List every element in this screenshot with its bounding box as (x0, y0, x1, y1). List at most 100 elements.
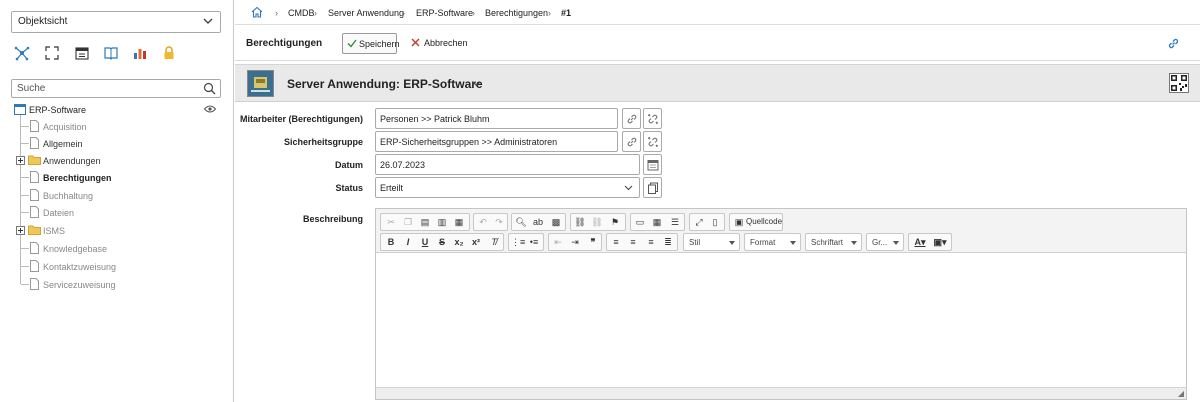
home-icon[interactable] (251, 6, 263, 18)
search-input[interactable]: Suche (11, 79, 221, 98)
superscript-icon[interactable]: x² (469, 236, 483, 249)
chevron-right-icon: › (472, 8, 475, 18)
search-placeholder: Suche (17, 83, 46, 94)
book-icon[interactable] (103, 45, 119, 61)
tree-item-knowledgebase[interactable]: Knowledgebase (0, 241, 220, 257)
align-right-icon[interactable]: ≡ (644, 236, 658, 249)
copy-button[interactable] (643, 177, 662, 198)
link-icon[interactable]: ⛓ (573, 216, 587, 229)
resize-handle-icon[interactable]: ◢ (1178, 389, 1184, 398)
remove-format-icon[interactable]: T̸ (487, 236, 501, 249)
object-image (247, 70, 274, 97)
view-select-value: Objektsicht (18, 16, 68, 27)
find-icon[interactable]: 🔍︎ (514, 216, 528, 229)
italic-icon[interactable]: I (401, 236, 415, 249)
tree-item-kontaktzuweisung[interactable]: Kontaktzuweisung (0, 259, 220, 275)
replace-icon[interactable]: ab (531, 216, 545, 229)
tree-item-servicezuweisung[interactable]: Servicezuweisung (0, 277, 220, 293)
chevron-down-icon (624, 185, 633, 191)
network-icon[interactable] (14, 45, 30, 61)
breadcrumb-item[interactable]: Server Anwendung (328, 8, 404, 18)
lock-icon[interactable] (161, 45, 177, 61)
view-select[interactable]: Objektsicht (11, 11, 221, 33)
page-icon (30, 260, 39, 272)
search-icon[interactable] (203, 82, 216, 95)
date-picker-button[interactable] (643, 154, 662, 175)
source-button[interactable]: ▣ Quellcode (729, 213, 783, 231)
anchor-icon[interactable]: ⚑ (608, 216, 622, 229)
align-center-icon[interactable]: ≡ (626, 236, 640, 249)
size-select[interactable]: Gr... (866, 233, 904, 251)
attach-link-button[interactable] (622, 108, 641, 129)
maximize-icon[interactable]: ⤢ (692, 216, 706, 229)
paste-icon[interactable]: ▤ (418, 216, 432, 229)
status-select[interactable]: Erteilt (375, 177, 640, 198)
align-left-icon[interactable]: ≡ (609, 236, 623, 249)
page-icon (30, 137, 39, 149)
show-blocks-icon[interactable]: ▯ (708, 216, 722, 229)
subscript-icon[interactable]: x₂ (452, 236, 466, 249)
detach-link-button[interactable] (643, 131, 662, 152)
eye-icon[interactable] (204, 105, 216, 113)
breadcrumb-item[interactable]: ERP-Software (416, 8, 473, 18)
format-select[interactable]: Format (744, 233, 801, 251)
bold-icon[interactable]: B (384, 236, 398, 249)
bullet-list-icon[interactable]: •≡ (527, 236, 541, 249)
chart-icon[interactable] (132, 45, 148, 61)
expand-plus-icon[interactable] (16, 226, 25, 235)
attach-link-button[interactable] (622, 131, 641, 152)
image-icon[interactable]: ▭ (633, 216, 647, 229)
tree-item-label: Allgemein (43, 139, 83, 149)
expand-plus-icon[interactable] (16, 156, 25, 165)
tree-item-allgemein[interactable]: Allgemein (0, 136, 220, 152)
paste-word-icon[interactable]: ▦ (452, 216, 466, 229)
align-justify-icon[interactable]: ≣ (661, 236, 675, 249)
tree-item-buchhaltung[interactable]: Buchhaltung (0, 188, 220, 204)
paste-text-icon[interactable]: ▥ (435, 216, 449, 229)
calendar-icon[interactable] (74, 45, 90, 61)
tree-connector (21, 177, 29, 178)
font-label: Schriftart (811, 238, 844, 247)
outdent-icon[interactable]: ⇤ (551, 236, 565, 249)
copy-icon (648, 182, 658, 194)
breadcrumb-item[interactable]: CMDB (288, 8, 315, 18)
cut-icon[interactable]: ✂ (384, 216, 398, 229)
qr-code-icon[interactable] (1169, 73, 1189, 93)
mitarbeiter-field[interactable]: Personen >> Patrick Bluhm (375, 108, 618, 129)
tree-item-isms[interactable]: ISMS (0, 223, 220, 239)
text-color-icon[interactable]: A▾ (911, 236, 929, 249)
save-button[interactable]: Speichern (342, 33, 400, 54)
expand-icon[interactable] (44, 45, 60, 61)
table-icon[interactable]: ▦ (650, 216, 664, 229)
sicherheitsgruppe-field[interactable]: ERP-Sicherheitsgruppen >> Administratore… (375, 131, 618, 152)
copy-icon[interactable]: ❐ (401, 216, 415, 229)
detach-link-button[interactable] (643, 108, 662, 129)
tree-item-label: Buchhaltung (43, 191, 94, 201)
underline-icon[interactable]: U (418, 236, 432, 249)
redo-icon[interactable]: ↷ (492, 216, 506, 229)
tree-item-acquisition[interactable]: Acquisition (0, 119, 220, 135)
tree-root[interactable]: ERP-Software (14, 102, 224, 118)
tree-item-anwendungen[interactable]: Anwendungen (0, 153, 220, 169)
strikethrough-icon[interactable]: S (435, 236, 449, 249)
unlink-icon[interactable]: ⛓ (590, 216, 604, 229)
tree-item-dateien[interactable]: Dateien (0, 205, 220, 221)
blockquote-icon[interactable]: ❞ (586, 236, 600, 249)
link-icon[interactable] (1167, 37, 1180, 50)
style-select[interactable]: Stil (683, 233, 740, 251)
font-select[interactable]: Schriftart (805, 233, 862, 251)
undo-icon[interactable]: ↶ (476, 216, 490, 229)
chevron-down-icon[interactable] (472, 79, 481, 88)
cancel-button[interactable]: Abbrechen (411, 38, 468, 48)
horizontal-line-icon[interactable]: ☰ (668, 216, 682, 229)
background-color-icon[interactable]: ▣▾ (931, 236, 949, 249)
breadcrumb-item[interactable]: Berechtigungen (485, 8, 548, 18)
select-all-icon[interactable]: ▩ (549, 216, 563, 229)
date-field[interactable]: 26.07.2023 (375, 154, 640, 175)
tree-item-berechtigungen[interactable]: Berechtigungen (0, 170, 220, 186)
numbered-list-icon[interactable]: ⋮≡ (511, 236, 525, 249)
view-group: ⤢ ▯ (689, 213, 725, 231)
editor-toolbar: ✂ ❐ ▤ ▥ ▦ ↶ ↷ 🔍︎ ab ▩ ⛓ ⛓ ⚑ ▭ ▦ ☰ ⤢ ▯ ▣ … (376, 209, 1186, 253)
description-editor[interactable]: ✂ ❐ ▤ ▥ ▦ ↶ ↷ 🔍︎ ab ▩ ⛓ ⛓ ⚑ ▭ ▦ ☰ ⤢ ▯ ▣ … (375, 208, 1187, 400)
indent-icon[interactable]: ⇥ (568, 236, 582, 249)
